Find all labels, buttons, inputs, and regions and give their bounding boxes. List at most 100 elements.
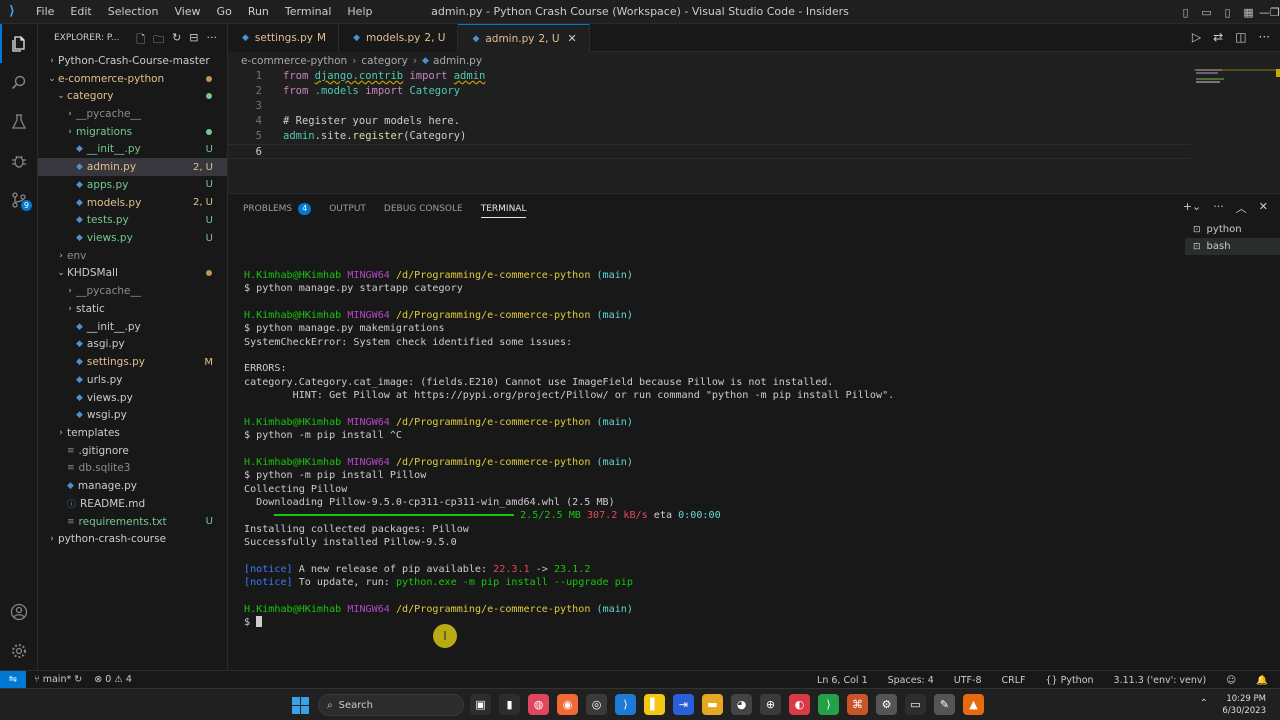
code-editor[interactable]: 1 from django.contrib import admin 2 fro…: [228, 69, 1280, 193]
customize-layout-icon[interactable]: ▦: [1238, 6, 1259, 19]
app-icon-9[interactable]: ✎: [934, 694, 955, 715]
collapse-all-icon[interactable]: ⊟: [189, 31, 198, 50]
tree-item[interactable]: › static: [38, 300, 227, 318]
cursor-position[interactable]: Ln 6, Col 1: [817, 675, 868, 686]
remote-indicator-icon[interactable]: ⇋: [0, 670, 26, 689]
tree-item[interactable]: ◆ tests.py U: [38, 211, 227, 229]
tab-models-py[interactable]: ◆ models.py 2, U: [339, 24, 459, 52]
tree-item[interactable]: ⌄ KHDSMall: [38, 265, 227, 283]
app-icon-1[interactable]: ◍: [528, 694, 549, 715]
app-icon-4[interactable]: ▌: [644, 694, 665, 715]
terminal-input-line[interactable]: $: [244, 616, 1184, 629]
tab-output[interactable]: OUTPUT: [329, 200, 366, 218]
more-actions-icon[interactable]: ···: [207, 31, 218, 50]
menu-file[interactable]: File: [28, 0, 62, 24]
tree-item[interactable]: ◆ asgi.py: [38, 336, 227, 354]
account-icon[interactable]: [0, 592, 38, 631]
terminal-app-icon[interactable]: ▮: [499, 694, 520, 715]
tree-item[interactable]: ◆ __init__.py: [38, 318, 227, 336]
menu-go[interactable]: Go: [209, 0, 240, 24]
new-terminal-plus-icon[interactable]: +⌄: [1183, 200, 1201, 216]
tree-item[interactable]: ⌄ e-commerce-python: [38, 70, 227, 88]
maximize-panel-icon[interactable]: ︿: [1236, 200, 1247, 216]
indentation[interactable]: Spaces: 4: [888, 675, 934, 686]
app-icon-7[interactable]: ◐: [789, 694, 810, 715]
terminal-output[interactable]: H.Kimhab@HKimhab MINGW64 /d/Programming/…: [244, 269, 1184, 629]
tree-item[interactable]: ◆ manage.py: [38, 477, 227, 495]
menu-terminal[interactable]: Terminal: [277, 0, 340, 24]
language-mode[interactable]: {} Python: [1046, 675, 1094, 686]
tree-item[interactable]: ◆ wsgi.py: [38, 406, 227, 424]
notifications-bell-icon[interactable]: 🔔: [1256, 675, 1268, 686]
menu-view[interactable]: View: [166, 0, 208, 24]
menu-selection[interactable]: Selection: [100, 0, 167, 24]
tree-item[interactable]: › Python-Crash-Course-master: [38, 52, 227, 70]
close-panel-icon[interactable]: ✕: [1259, 200, 1268, 216]
tree-item[interactable]: ≡ .gitignore: [38, 442, 227, 460]
tree-item[interactable]: › migrations: [38, 123, 227, 141]
problems-indicator[interactable]: ⊗ 0 ⚠ 4: [94, 674, 132, 685]
tree-item[interactable]: ◆ __init__.py U: [38, 141, 227, 159]
tab-settings-py[interactable]: ◆ settings.py M: [228, 24, 340, 52]
tree-item[interactable]: ≡ requirements.txt U: [38, 513, 227, 531]
tree-item[interactable]: ◆ admin.py 2, U: [38, 158, 227, 176]
tree-item[interactable]: ⓘ README.md: [38, 495, 227, 513]
file-explorer-icon[interactable]: ▬: [702, 694, 723, 715]
tab-terminal[interactable]: TERMINAL: [480, 200, 527, 218]
tree-item[interactable]: ◆ views.py: [38, 389, 227, 407]
python-interpreter[interactable]: 3.11.3 ('env': venv): [1114, 675, 1207, 686]
vscode-insiders-icon[interactable]: ⟩: [818, 694, 839, 715]
menu-run[interactable]: Run: [240, 0, 277, 24]
menu-edit[interactable]: Edit: [62, 0, 99, 24]
menu-help[interactable]: Help: [339, 0, 380, 24]
encoding[interactable]: UTF-8: [954, 675, 982, 686]
tree-item[interactable]: ◆ settings.py M: [38, 353, 227, 371]
app-icon-5[interactable]: ⇥: [673, 694, 694, 715]
new-folder-icon[interactable]: 🗀: [153, 31, 164, 50]
task-view-icon[interactable]: ▣: [470, 694, 491, 715]
tab-admin-py[interactable]: ◆ admin.py 2, U ✕: [458, 24, 590, 52]
system-tray-chevron-icon[interactable]: ⌃: [1200, 698, 1208, 709]
tree-item[interactable]: ◆ apps.py U: [38, 176, 227, 194]
windows-start-icon[interactable]: [292, 697, 309, 714]
terminal-app-icon-2[interactable]: ▭: [905, 694, 926, 715]
open-changes-icon[interactable]: ⇄: [1213, 30, 1223, 44]
restore-icon[interactable]: ❐: [1270, 6, 1280, 19]
breadcrumb-item[interactable]: admin.py: [433, 55, 482, 67]
vscode-app-icon[interactable]: ⟩: [615, 694, 636, 715]
source-control-icon[interactable]: 9: [0, 180, 38, 219]
tree-item[interactable]: › env: [38, 247, 227, 265]
app-icon-8[interactable]: ⌘: [847, 694, 868, 715]
toggle-sidebar-icon[interactable]: ▯: [1175, 6, 1196, 19]
tree-item[interactable]: › __pycache__: [38, 105, 227, 123]
line-ending[interactable]: CRLF: [1002, 675, 1026, 686]
minimize-icon[interactable]: —: [1259, 6, 1270, 19]
close-tab-icon[interactable]: ✕: [568, 32, 577, 45]
refresh-icon[interactable]: ↻: [172, 31, 181, 50]
app-icon-6[interactable]: ⊕: [760, 694, 781, 715]
tree-item[interactable]: › python-crash-course: [38, 530, 227, 548]
tree-item[interactable]: ⌄ category: [38, 87, 227, 105]
tree-item[interactable]: › __pycache__: [38, 282, 227, 300]
settings-gear-icon[interactable]: [0, 631, 38, 670]
taskbar-search[interactable]: ⌕ Search: [318, 694, 464, 716]
toggle-panel-icon[interactable]: ▭: [1196, 6, 1217, 19]
testing-flask-icon[interactable]: [0, 102, 38, 141]
toggle-secondary-sidebar-icon[interactable]: ▯: [1217, 6, 1238, 19]
tree-item[interactable]: ◆ models.py 2, U: [38, 194, 227, 212]
search-icon[interactable]: [0, 63, 38, 102]
app-icon-3[interactable]: ◎: [586, 694, 607, 715]
chrome-icon[interactable]: ◕: [731, 694, 752, 715]
tree-item[interactable]: ◆ urls.py: [38, 371, 227, 389]
panel-more-icon[interactable]: ···: [1213, 200, 1224, 216]
run-python-icon[interactable]: ▷: [1192, 30, 1201, 44]
tree-item[interactable]: › templates: [38, 424, 227, 442]
run-debug-icon[interactable]: [0, 141, 38, 180]
terminal-item-python[interactable]: ⊡ python: [1185, 221, 1280, 238]
breadcrumb-item[interactable]: e-commerce-python: [241, 55, 347, 67]
feedback-icon[interactable]: ☺: [1226, 675, 1236, 686]
vlc-icon[interactable]: ▲: [963, 694, 984, 715]
app-icon-2[interactable]: ◉: [557, 694, 578, 715]
explorer-icon[interactable]: [0, 24, 38, 63]
minimap[interactable]: [1194, 69, 1280, 129]
